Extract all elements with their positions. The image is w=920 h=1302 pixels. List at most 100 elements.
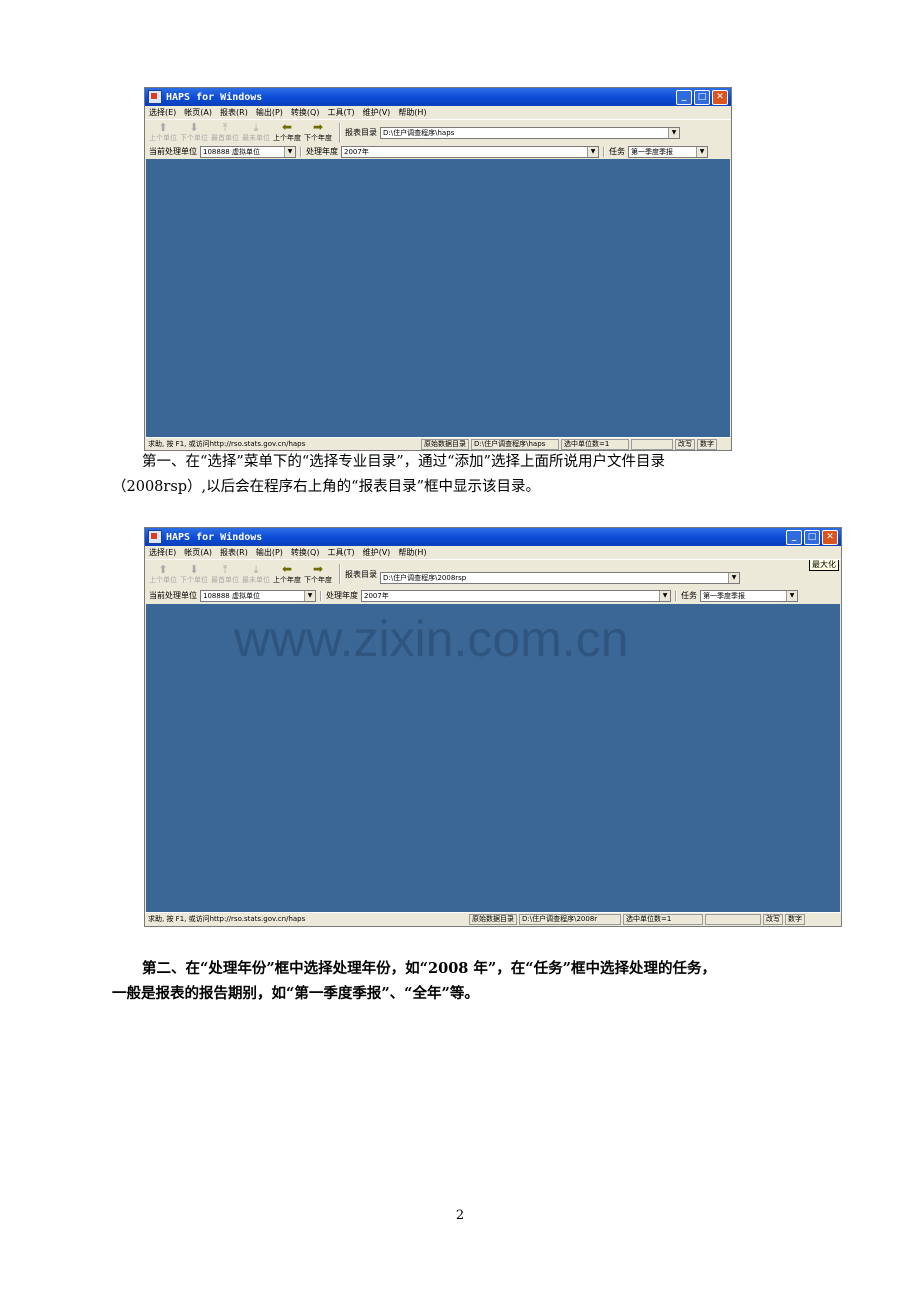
next-unit-button[interactable]: ⬇ 下个单位 <box>180 564 208 585</box>
chevron-down-icon[interactable]: ▼ <box>659 590 670 601</box>
watermark: www.zixin.com.cn <box>234 611 629 667</box>
arrow-top-icon: ⤒ <box>222 562 228 576</box>
menu-tools[interactable]: 工具(T) <box>327 107 354 118</box>
menu-select[interactable]: 选择(E) <box>149 547 176 558</box>
status-data-dir: D:\住户调查程序\haps <box>471 438 559 450</box>
menu-ledger[interactable]: 帐页(A) <box>184 107 212 118</box>
menu-convert[interactable]: 转换(Q) <box>291 107 320 118</box>
arrow-top-icon: ⤒ <box>222 121 228 134</box>
menu-report[interactable]: 报表(R) <box>220 107 248 118</box>
prev-unit-button[interactable]: ⬆ 上个单位 <box>149 564 177 585</box>
workspace-area[interactable]: www.zixin.com.cn <box>146 604 840 912</box>
unit-label: 当前处理单位 <box>149 147 197 156</box>
paragraph-2-line-2: 一般是报表的报告期别，如“第一季度季报”、“全年”等。 <box>112 985 479 1002</box>
arrow-left-icon: ⬅ <box>281 561 293 576</box>
chevron-down-icon[interactable]: ▼ <box>696 146 707 157</box>
arrow-right-icon: ➡ <box>312 561 324 576</box>
title-bar[interactable]: HAPS for Windows _ □ ✕ <box>145 528 841 546</box>
arrow-right-icon: ➡ <box>312 120 324 134</box>
chevron-down-icon[interactable]: ▼ <box>668 127 679 138</box>
row-divider <box>603 146 605 157</box>
close-icon[interactable]: ✕ <box>822 530 838 545</box>
chevron-down-icon[interactable]: ▼ <box>304 590 315 601</box>
arrow-left-icon: ⬅ <box>281 120 293 134</box>
menu-output[interactable]: 输出(P) <box>256 547 283 558</box>
status-help: 求助, 按 F1, 或访问http://rso.stats.gov.cn/hap… <box>148 439 306 448</box>
task-label: 任务 <box>609 147 625 156</box>
row-divider <box>320 590 322 601</box>
paragraph-1-line-1: 第一、在“选择”菜单下的“选择专业目录”，通过“添加”选择上面所说用户文件目录 <box>142 454 665 470</box>
menu-maintain[interactable]: 维护(V) <box>363 107 391 118</box>
prev-unit-button[interactable]: ⬆ 上个单位 <box>149 122 177 143</box>
task-select[interactable]: 第一季度季报 ▼ <box>628 145 708 158</box>
menu-output[interactable]: 输出(P) <box>256 107 283 118</box>
menu-select[interactable]: 选择(E) <box>149 107 176 118</box>
prev-year-button[interactable]: ⬅ 上个年度 <box>273 561 301 585</box>
report-dir-select[interactable]: D:\住户调查程序\2008rsp ▼ <box>380 572 740 584</box>
year-select[interactable]: 2007年 ▼ <box>341 145 599 158</box>
menu-ledger[interactable]: 帐页(A) <box>184 547 212 558</box>
next-year-button[interactable]: ➡ 下个年度 <box>304 561 332 585</box>
next-year-button[interactable]: ➡ 下个年度 <box>304 120 332 143</box>
menu-tools[interactable]: 工具(T) <box>327 547 354 558</box>
status-numlock: 数字 <box>697 438 717 450</box>
report-dir-select[interactable]: D:\住户调查程序\haps ▼ <box>380 126 680 139</box>
next-unit-button[interactable]: ⬇ 下个单位 <box>180 122 208 143</box>
report-dir-label: 报表目录 <box>345 569 377 579</box>
menu-maintain[interactable]: 维护(V) <box>363 547 391 558</box>
status-data-dir: D:\住户调查程序\2008r <box>519 914 621 925</box>
menu-convert[interactable]: 转换(Q) <box>291 547 320 558</box>
status-overwrite: 改写 <box>763 914 783 925</box>
arrow-down-icon: ⬇ <box>189 121 199 134</box>
status-bar: 求助, 按 F1, 或访问http://rso.stats.gov.cn/hap… <box>145 912 841 926</box>
unit-select[interactable]: 108888 虚拟单位 ▼ <box>200 145 296 158</box>
arrow-up-icon: ⬆ <box>158 562 168 576</box>
task-select[interactable]: 第一季度季报 ▼ <box>700 589 798 602</box>
row-divider <box>300 146 302 157</box>
last-unit-button[interactable]: ⤓ 最末单位 <box>242 122 270 143</box>
year-label: 处理年度 <box>306 147 338 156</box>
status-empty <box>631 438 673 450</box>
chevron-down-icon[interactable]: ▼ <box>786 590 797 601</box>
menu-help[interactable]: 帮助(H) <box>398 107 426 118</box>
chevron-down-icon[interactable]: ▼ <box>728 573 739 583</box>
maximize-icon[interactable]: □ <box>694 90 710 105</box>
toolbar-divider <box>339 564 341 584</box>
workspace-area[interactable] <box>146 159 730 437</box>
close-icon[interactable]: ✕ <box>712 90 728 105</box>
arrow-down-icon: ⬇ <box>189 562 199 576</box>
toolbar: ⬆ 上个单位 ⬇ 下个单位 ⤒ 最首单位 ⤓ 最末单位 ⬅ 上个年度 ➡ 下个年度 报表目录… <box>145 559 841 588</box>
first-unit-button[interactable]: ⤒ 最首单位 <box>211 564 239 585</box>
row-divider <box>675 590 677 601</box>
status-bar: 求助, 按 F1, 或访问http://rso.stats.gov.cn/hap… <box>145 437 731 450</box>
window-title: HAPS for Windows <box>166 91 263 103</box>
paragraph-2: 第二、在“处理年份”框中选择处理年份，如“2008 年”，在“任务”框中选择处理… <box>112 956 832 1006</box>
status-selected-count: 选中单位数=1 <box>623 914 703 925</box>
paragraph-1: 第一、在“选择”菜单下的“选择专业目录”，通过“添加”选择上面所说用户文件目录 … <box>112 450 812 500</box>
minimize-icon[interactable]: _ <box>786 530 802 545</box>
app-icon <box>148 90 162 104</box>
toolbar-divider <box>339 122 341 143</box>
task-label: 任务 <box>681 591 697 600</box>
prev-year-button[interactable]: ⬅ 上个年度 <box>273 120 301 143</box>
chevron-down-icon[interactable]: ▼ <box>587 146 598 157</box>
menu-report[interactable]: 报表(R) <box>220 547 248 558</box>
last-unit-button[interactable]: ⤓ 最末单位 <box>242 564 270 585</box>
status-numlock: 数字 <box>785 914 805 925</box>
window-title: HAPS for Windows <box>166 531 263 543</box>
unit-select[interactable]: 108888 虚拟单位 ▼ <box>200 589 316 602</box>
menu-help[interactable]: 帮助(H) <box>398 547 426 558</box>
title-bar[interactable]: HAPS for Windows _ □ ✕ <box>145 88 731 106</box>
screenshot-window-2: HAPS for Windows _ □ ✕ 选择(E) 帐页(A) 报表(R)… <box>144 527 842 927</box>
selection-row: 当前处理单位 108888 虚拟单位 ▼ 处理年度 2007年 ▼ 任务 第一季… <box>145 145 731 158</box>
first-unit-button[interactable]: ⤒ 最首单位 <box>211 122 239 143</box>
report-dir-label: 报表目录 <box>345 128 377 137</box>
maximize-icon[interactable]: □ <box>804 530 820 545</box>
status-data-dir-label: 原始数据目录 <box>421 438 469 450</box>
chevron-down-icon[interactable]: ▼ <box>284 146 295 157</box>
year-select[interactable]: 2007年 ▼ <box>361 589 671 602</box>
unit-label: 当前处理单位 <box>149 591 197 600</box>
minimize-icon[interactable]: _ <box>676 90 692 105</box>
status-data-dir-label: 原始数据目录 <box>469 914 517 925</box>
status-empty <box>705 914 761 925</box>
